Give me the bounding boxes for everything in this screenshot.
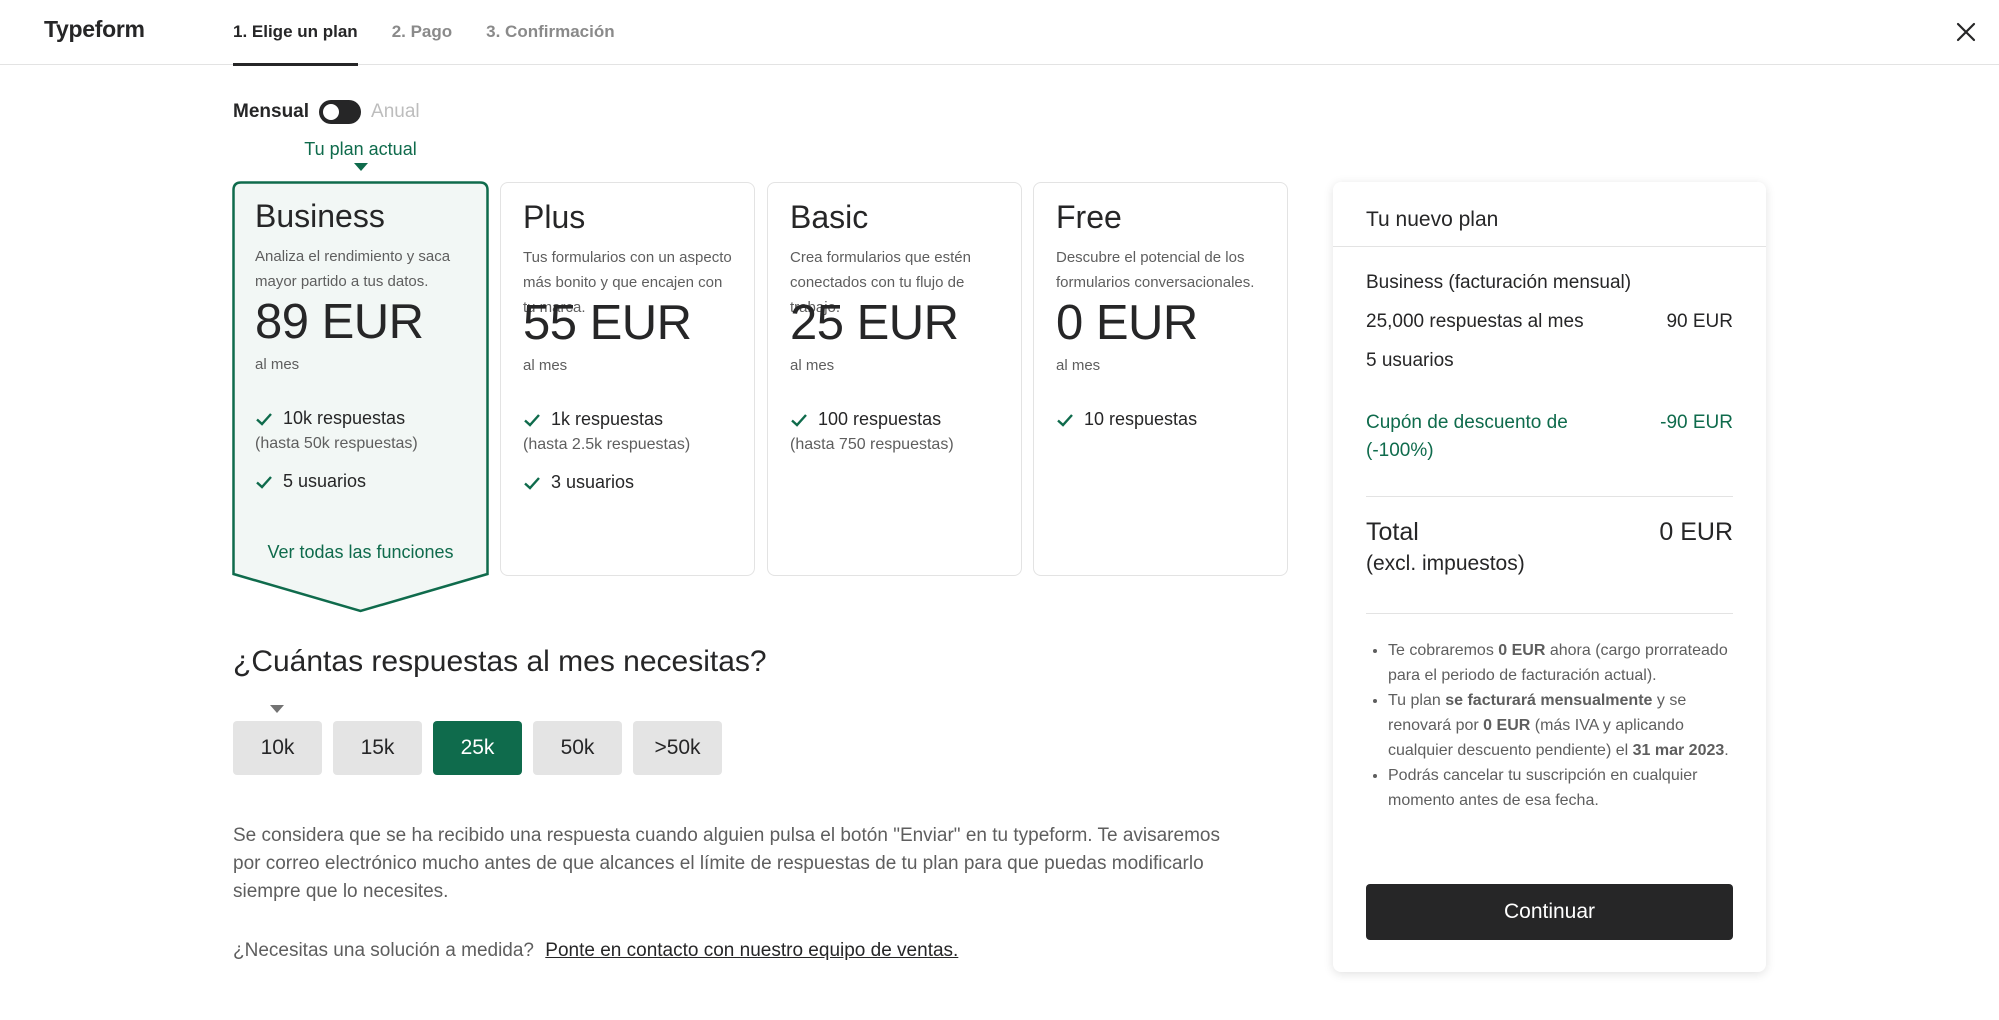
note-bold: 31 mar 2023: [1632, 742, 1725, 759]
responses-question: ¿Cuántas respuestas al mes necesitas?: [233, 645, 767, 678]
see-all-features-link[interactable]: Ver todas las funciones: [233, 542, 488, 563]
feature-subtext: (hasta 2.5k respuestas): [523, 436, 691, 453]
yearly-label[interactable]: Anual: [371, 101, 420, 123]
coupon-label: Cupón de descuento de (-100%): [1366, 412, 1568, 461]
plan-feature: 5 usuarios: [255, 471, 366, 492]
check-icon: [256, 476, 272, 489]
plan-feature: 10 respuestas: [1056, 409, 1197, 430]
plan-price: 0 EUR: [1056, 296, 1198, 350]
billing-note: Podrás cancelar tu suscripción en cualqu…: [1388, 763, 1733, 813]
billing-notes-list: Te cobraremos 0 EUR ahora (cargo prorrat…: [1366, 638, 1733, 813]
plan-card-business[interactable]: Business Analiza el rendimiento y saca m…: [232, 181, 489, 613]
summary-users-row: 5 usuarios: [1366, 350, 1733, 372]
plan-period: al mes: [255, 356, 300, 373]
response-tier-selector: 10k 15k 25k 50k >50k: [233, 721, 722, 775]
tier-option-50k[interactable]: 50k: [533, 721, 622, 775]
step-confirmation[interactable]: 3. Confirmación: [486, 0, 614, 65]
step-payment[interactable]: 2. Pago: [392, 0, 452, 65]
close-icon: [1956, 22, 1976, 42]
feature-text: 10k respuestas: [283, 408, 406, 428]
typeform-logo[interactable]: Typeform: [44, 16, 145, 43]
plan-name: Business: [255, 198, 385, 234]
monthly-label[interactable]: Mensual: [233, 101, 309, 123]
plan-price: 55 EUR: [523, 296, 692, 350]
summary-plan-line: Business (facturación mensual): [1366, 272, 1632, 293]
responses-info-text: Se considera que se ha recibido una resp…: [233, 825, 1220, 902]
plan-name: Plus: [523, 199, 586, 235]
plan-period: al mes: [523, 357, 568, 374]
summary-responses-row: 25,000 respuestas al mes 90 EUR: [1366, 311, 1733, 333]
feature-subtext: (hasta 50k respuestas): [255, 435, 418, 452]
sales-contact-line: ¿Necesitas una solución a medida? Ponte …: [233, 940, 958, 962]
plan-price: 89 EUR: [255, 295, 424, 349]
continue-button[interactable]: Continuar: [1366, 884, 1733, 940]
billing-note: Te cobraremos 0 EUR ahora (cargo prorrat…: [1388, 638, 1733, 688]
feature-text: 3 usuarios: [551, 472, 635, 492]
included-tier-arrow-icon: [270, 705, 284, 713]
current-plan-label: Tu plan actual: [304, 139, 417, 159]
summary-divider: [1366, 496, 1733, 497]
summary-responses-line: 25,000 respuestas al mes: [1366, 311, 1584, 332]
check-icon: [524, 477, 540, 490]
switch-knob: [323, 104, 340, 120]
current-plan-arrow-icon: [354, 163, 368, 171]
feature-text: 100 respuestas: [818, 409, 942, 429]
billing-period-toggle: Mensual Anual: [233, 100, 420, 124]
order-summary-panel: Tu nuevo plan Business (facturación mens…: [1333, 182, 1766, 972]
plan-card-basic[interactable]: Basic Crea formularios que estén conecta…: [767, 182, 1022, 576]
top-header: Typeform 1. Elige un plan 2. Pago 3. Con…: [0, 0, 1999, 66]
close-button[interactable]: [1952, 18, 1980, 46]
billing-switch[interactable]: [319, 100, 362, 124]
contact-sales-link[interactable]: Ponte en contacto con nuestro equipo de …: [545, 940, 958, 961]
summary-divider: [1333, 246, 1766, 247]
feature-text: 1k respuestas: [551, 409, 664, 429]
total-subtext: (excl. impuestos): [1366, 552, 1525, 575]
tier-option-more-than-50k[interactable]: >50k: [633, 721, 722, 775]
summary-divider: [1366, 613, 1733, 614]
feature-text: 10 respuestas: [1084, 409, 1198, 429]
check-icon: [256, 413, 272, 426]
tier-option-10k[interactable]: 10k: [233, 721, 322, 775]
plan-name: Free: [1056, 199, 1122, 235]
note-text: Te cobraremos: [1388, 642, 1499, 659]
plan-card-free[interactable]: Free Descubre el potencial de los formul…: [1033, 182, 1288, 576]
note-bold: 0 EUR: [1498, 642, 1546, 659]
summary-users-line: 5 usuarios: [1366, 350, 1454, 371]
summary-responses-price: 90 EUR: [1666, 311, 1733, 332]
tier-option-25k[interactable]: 25k: [433, 721, 522, 775]
feature-text: 5 usuarios: [283, 471, 367, 491]
plan-feature: 3 usuarios: [523, 472, 634, 493]
plan-name: Basic: [790, 199, 869, 235]
plan-period: al mes: [790, 357, 835, 374]
note-bold: se facturará mensualmente: [1445, 692, 1653, 709]
plan-feature: 1k respuestas (hasta 2.5k respuestas): [523, 409, 690, 454]
billing-note: Tu plan se facturará mensualmente y se r…: [1388, 688, 1733, 763]
coupon-value: -90 EUR: [1660, 412, 1733, 433]
feature-subtext: (hasta 750 respuestas): [790, 436, 954, 453]
check-icon: [524, 414, 540, 427]
plan-feature: 10k respuestas (hasta 50k respuestas): [255, 408, 418, 453]
step-choose-plan[interactable]: 1. Elige un plan: [233, 0, 358, 66]
plan-card-plus[interactable]: Plus Tus formularios con un aspecto más …: [500, 182, 755, 576]
check-icon: [791, 414, 807, 427]
note-text: .: [1724, 742, 1729, 759]
total-value: 0 EUR: [1659, 518, 1733, 546]
sales-question: ¿Necesitas una solución a medida?: [233, 940, 535, 961]
plan-period: al mes: [1056, 357, 1101, 374]
note-text: Tu plan: [1388, 692, 1446, 709]
plan-feature: 100 respuestas (hasta 750 respuestas): [790, 409, 954, 454]
note-bold: 0 EUR: [1483, 717, 1531, 734]
check-icon: [1057, 414, 1073, 427]
total-label: Total: [1366, 518, 1419, 546]
summary-plan-row: Business (facturación mensual): [1366, 272, 1733, 294]
tier-option-15k[interactable]: 15k: [333, 721, 422, 775]
plan-price: 25 EUR: [790, 296, 959, 350]
summary-title: Tu nuevo plan: [1366, 208, 1499, 231]
summary-coupon-row: Cupón de descuento de (-100%) -90 EUR: [1366, 409, 1733, 465]
checkout-steps: 1. Elige un plan 2. Pago 3. Confirmación: [233, 0, 615, 66]
